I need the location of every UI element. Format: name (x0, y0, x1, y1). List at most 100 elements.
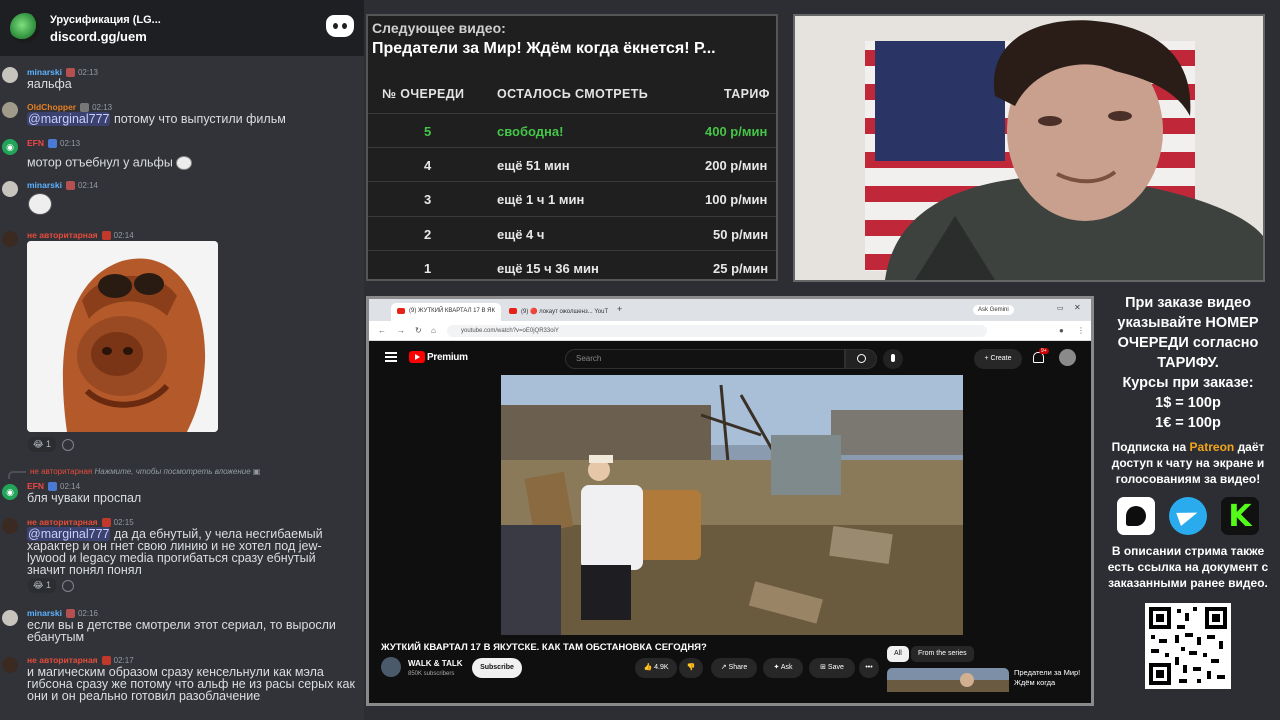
avatar[interactable] (2, 181, 18, 197)
home-icon[interactable]: ⌂ (431, 326, 436, 335)
username[interactable]: не авторитарная (27, 517, 98, 527)
message-text: @marginal777 да да ебнутый, у чела несги… (27, 527, 323, 577)
queue-rate: 25 р/мин (713, 261, 769, 276)
like-button[interactable]: 👍 4.9K (635, 658, 677, 678)
hamburger-menu-icon[interactable] (385, 352, 397, 362)
username[interactable]: не авторитарная (27, 655, 98, 665)
avatar[interactable] (2, 67, 18, 83)
create-button[interactable]: + Create (974, 349, 1022, 369)
timestamp: 02:14 (60, 482, 81, 491)
avatar[interactable] (2, 610, 18, 626)
window-close-icon[interactable]: ✕ (1074, 303, 1081, 312)
add-reaction-icon[interactable] (62, 580, 74, 592)
avatar[interactable] (2, 657, 18, 673)
tab-stream[interactable]: (9) 🔴 локаут ожолшенз... YouT (503, 303, 611, 321)
new-tab-icon[interactable]: + (617, 304, 622, 314)
telegram-icon[interactable] (1169, 497, 1207, 535)
reaction-laugh[interactable]: 😂 1 (28, 437, 57, 452)
browser-menu-icon[interactable]: ⋮ (1077, 326, 1085, 335)
tab-video[interactable]: (9) ЖУТКИЙ КВАРТАЛ 17 В ЯК (391, 303, 501, 321)
reload-icon[interactable]: ↻ (415, 326, 422, 335)
queue-remaining: свободна! (497, 124, 564, 139)
channel-name[interactable]: WALK & TALK (408, 659, 463, 668)
url-input[interactable]: youtube.com/watch?v=oE0jQR33oiY (447, 325, 987, 337)
message-text: @marginal777 потому что выпустили фильм (27, 112, 286, 126)
server-title: Урусификация (LG... (50, 13, 161, 26)
subscribe-button[interactable]: Subscribe (472, 658, 522, 678)
avatar[interactable] (2, 231, 18, 247)
recommended-title[interactable]: Предатели за Мир! Ждём когда (1014, 668, 1090, 688)
qr-code-icon[interactable] (1145, 603, 1231, 689)
more-actions-icon[interactable]: ••• (859, 658, 879, 678)
forward-icon[interactable]: → (397, 326, 405, 335)
timestamp: 02:13 (92, 103, 113, 112)
timestamp: 02:14 (113, 231, 134, 240)
avatar[interactable] (2, 518, 18, 534)
username[interactable]: не авторитарная (27, 230, 98, 240)
search-input[interactable]: Search (565, 349, 845, 369)
youtube-header: Premium Search + Create 9+ (369, 341, 1091, 375)
channel-avatar[interactable] (381, 657, 401, 677)
account-avatar[interactable] (1059, 349, 1076, 366)
patreon-icon[interactable] (1117, 497, 1155, 535)
queue-header-number: № ОЧЕРЕДИ (382, 87, 465, 101)
search-icon[interactable] (845, 349, 877, 369)
ask-gemini-button[interactable]: Ask Gemini (973, 305, 1014, 315)
save-button[interactable]: ⊞ Save (809, 658, 855, 678)
discord-logo-icon (326, 15, 354, 37)
alf-image-attachment[interactable] (27, 241, 218, 432)
role-badge-icon (101, 231, 111, 241)
discord-avatar-icon[interactable]: ◉ (2, 484, 18, 500)
window-restore-icon[interactable]: ▭ (1057, 304, 1064, 312)
username[interactable]: EFN (27, 481, 44, 491)
queue-remaining: ещё 1 ч 1 мин (497, 192, 585, 207)
chip-from-series[interactable]: From the series (911, 646, 974, 662)
kick-icon[interactable] (1221, 497, 1259, 535)
back-icon[interactable]: ← (378, 326, 386, 335)
message-text: яальфа (27, 77, 72, 91)
username[interactable]: EFN (27, 138, 44, 148)
queue-number: 1 (424, 261, 432, 276)
queue-row: 3 ещё 1 ч 1 мин 100 р/мин (368, 181, 776, 215)
timestamp: 02:15 (113, 518, 134, 527)
discord-avatar-icon[interactable]: ◉ (2, 139, 18, 155)
dislike-button[interactable]: 👎 (679, 658, 703, 678)
youtube-logo-icon[interactable] (409, 351, 425, 363)
profile-icon[interactable]: ● (1059, 326, 1064, 335)
username[interactable]: minarski (27, 608, 62, 618)
username[interactable]: minarski (27, 67, 62, 77)
microphone-icon[interactable] (883, 349, 903, 369)
recommended-thumbnail[interactable] (887, 668, 1009, 692)
subscriber-count: 850K subscribers (408, 671, 455, 677)
add-reaction-icon[interactable] (62, 439, 74, 451)
reaction-laugh[interactable]: 😂 1 (28, 578, 57, 593)
server-invite-link[interactable]: discord.gg/uem (50, 29, 161, 44)
next-video-title: Предатели за Мир! Ждём когда ёкнется! Р.… (372, 40, 716, 57)
timestamp: 02:13 (60, 139, 81, 148)
queue-number: 2 (424, 227, 432, 242)
queue-row: 4 ещё 51 мин 200 р/мин (368, 147, 776, 181)
notification-count-badge: 9+ (1039, 348, 1049, 354)
order-instructions: При заказе видео указывайте НОМЕР ОЧЕРЕД… (1117, 295, 1259, 371)
social-links (1098, 497, 1278, 535)
ask-button[interactable]: ✦ Ask (763, 658, 803, 678)
user-mention[interactable]: @marginal777 (27, 112, 111, 126)
queue-header-rate: ТАРИФ (724, 87, 770, 101)
stream-overlay: Урусификация (LG... discord.gg/uem minar… (0, 0, 1280, 720)
share-button[interactable]: ↗ Share (711, 658, 757, 678)
reply-preview[interactable]: не авторитарная Нажмите, чтобы посмотрет… (30, 467, 260, 476)
video-player[interactable] (501, 375, 963, 635)
queue-header-remaining: ОСТАЛОСЬ СМОТРЕТЬ (497, 87, 649, 101)
chip-all[interactable]: All (887, 646, 909, 662)
youtube-brand[interactable]: Premium (427, 352, 468, 363)
video-queue-panel: Следующее видео: Предатели за Мир! Ждём … (366, 14, 778, 281)
username[interactable]: minarski (27, 180, 62, 190)
role-badge-icon (65, 181, 75, 191)
chat-header: Урусификация (LG... discord.gg/uem (0, 0, 364, 56)
avatar[interactable] (2, 102, 18, 118)
usd-rate: 1$ = 100р (1155, 395, 1221, 411)
timestamp: 02:16 (77, 609, 98, 618)
troll-face-emoji-icon (176, 156, 193, 170)
reply-connector (8, 471, 26, 479)
username[interactable]: OldChopper (27, 102, 76, 112)
